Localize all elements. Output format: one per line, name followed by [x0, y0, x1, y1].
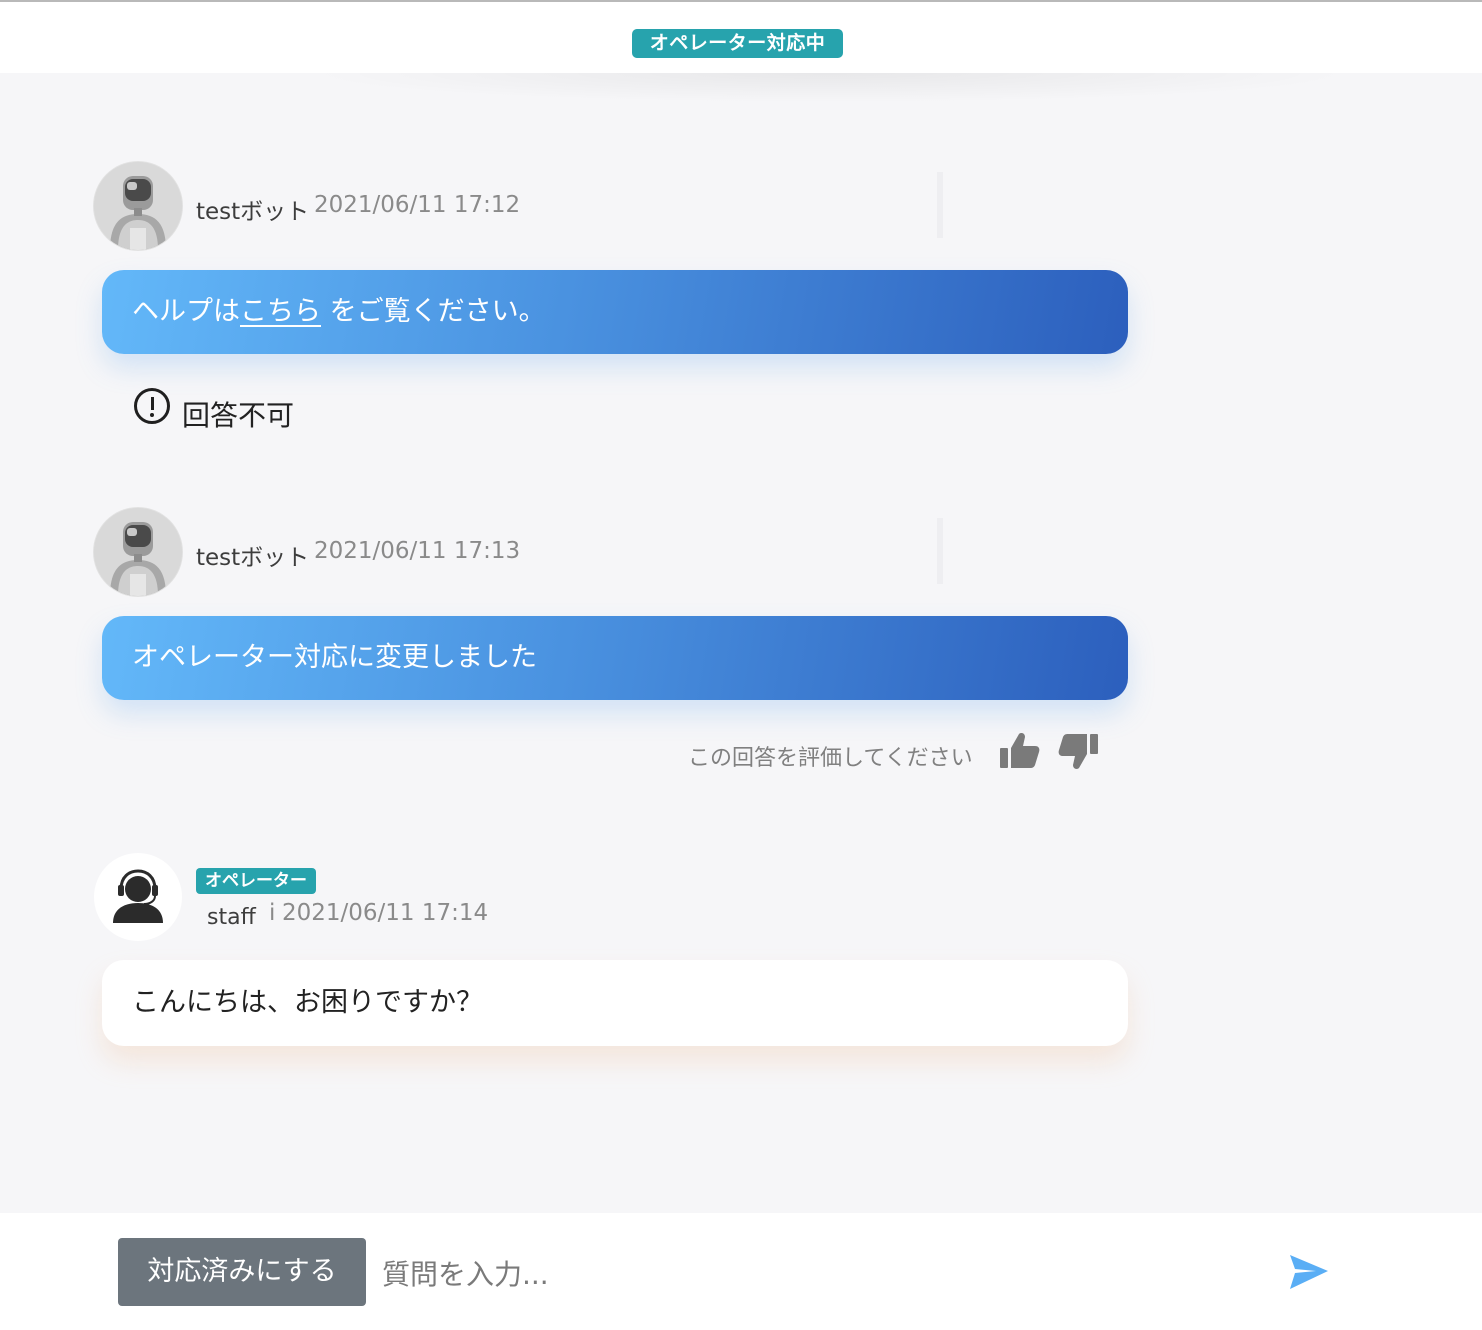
message-timestamp: 2021/06/11 17:13 [314, 538, 521, 564]
message-text: をご覧ください。 [321, 296, 546, 327]
message-text: オペレーター対応に変更しました [132, 642, 537, 673]
rating-prompt: この回答を評価してください [688, 746, 973, 771]
help-link[interactable]: こちら [240, 296, 321, 327]
bot-avatar [94, 508, 182, 596]
sender-name: testボット [196, 545, 310, 571]
chat-page: オペレーター対応中 testボット 2021/06/11 17:12 ヘルプはこ… [0, 0, 1482, 1330]
notice-text: 回答不可 [182, 399, 295, 432]
exclamation-circle-icon [134, 388, 170, 424]
message-timestamp: 2021/06/11 17:12 [314, 192, 521, 218]
robot-icon [94, 162, 182, 250]
header-divider [937, 518, 943, 584]
thumbs-up-icon[interactable] [998, 730, 1042, 774]
chat-input-bar: 対応済みにする [0, 1213, 1482, 1330]
status-badge: オペレーター対応中 [632, 29, 843, 58]
header-divider [937, 172, 943, 238]
bot-avatar [94, 162, 182, 250]
sender-name: staff [207, 905, 256, 930]
question-input[interactable] [380, 1241, 1264, 1307]
sender-name: testボット [196, 199, 310, 225]
chat-header: オペレーター対応中 [0, 0, 1482, 73]
message-text: こんにちは、お困りですか？ [132, 987, 483, 1018]
header-shadow [300, 73, 1360, 103]
bot-message-bubble: ヘルプはこちら をご覧ください。 [102, 270, 1128, 354]
bot-message-bubble: オペレーター対応に変更しました [102, 616, 1128, 700]
thumbs-down-icon[interactable] [1056, 730, 1100, 774]
send-button[interactable] [1286, 1249, 1332, 1295]
operator-role-badge: オペレーター [196, 868, 316, 894]
robot-icon [94, 508, 182, 596]
message-text: ヘルプは [132, 296, 240, 327]
message-timestamp-prefix: i [269, 900, 276, 926]
operator-message-bubble: こんにちは、お困りですか？ [102, 960, 1128, 1046]
operator-avatar [94, 853, 182, 941]
headset-operator-icon [113, 869, 163, 923]
send-arrow-icon [1290, 1255, 1328, 1289]
message-timestamp: 2021/06/11 17:14 [282, 900, 489, 926]
mark-resolved-button[interactable]: 対応済みにする [118, 1238, 366, 1306]
